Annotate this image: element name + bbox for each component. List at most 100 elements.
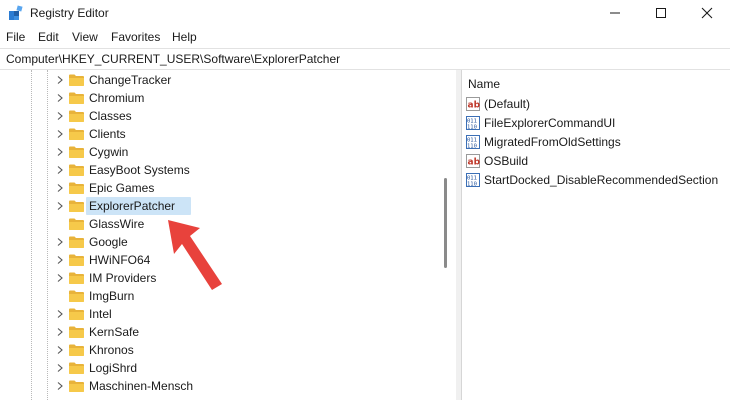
folder-icon <box>69 236 84 248</box>
tree-item-label: Intel <box>89 307 112 321</box>
folder-icon <box>69 182 84 194</box>
expand-chevron-icon[interactable] <box>55 345 65 355</box>
column-header-name[interactable]: Name <box>468 77 500 91</box>
folder-icon <box>69 362 84 374</box>
value-name: (Default) <box>484 97 531 111</box>
svg-text:ab: ab <box>468 101 481 111</box>
tree-item[interactable]: ExplorerPatcher <box>0 197 440 215</box>
title-bar: Registry Editor <box>0 0 730 26</box>
tree-item-label: ImgBurn <box>89 289 135 303</box>
tree-item[interactable]: Chromium <box>0 89 440 107</box>
tree-scrollbar-thumb[interactable] <box>444 178 447 268</box>
folder-icon <box>69 128 84 140</box>
minimize-icon <box>610 12 620 14</box>
values-pane[interactable]: Name ab (Default) 011 110 FileExplorerComman… <box>462 70 730 400</box>
svg-text:011: 011 <box>467 118 477 124</box>
tree-item-label: ChangeTracker <box>89 73 172 87</box>
svg-text:ab: ab <box>468 158 481 168</box>
tree-item-label: Epic Games <box>89 181 155 195</box>
string-value-icon: ab <box>466 154 480 168</box>
value-row[interactable]: ab OSBuild <box>466 152 726 171</box>
tree-item[interactable]: LogiShrd <box>0 359 440 377</box>
menu-view[interactable]: View <box>72 30 98 44</box>
value-row[interactable]: 011 110 StartDocked_DisableRecommendedSect… <box>466 171 726 190</box>
menu-help[interactable]: Help <box>172 30 197 44</box>
menu-edit[interactable]: Edit <box>38 30 59 44</box>
folder-icon <box>69 326 84 338</box>
folder-icon <box>69 254 84 266</box>
folder-icon <box>69 110 84 122</box>
folder-icon <box>69 344 84 356</box>
folder-icon <box>69 146 84 158</box>
value-name: FileExplorerCommandUI <box>484 116 616 130</box>
dword-value-icon: 011110 <box>466 135 480 149</box>
expand-chevron-icon[interactable] <box>55 381 65 391</box>
expand-chevron-icon[interactable] <box>55 111 65 121</box>
value-name: MigratedFromOldSettings <box>484 135 621 149</box>
expand-chevron-icon[interactable] <box>55 183 65 193</box>
value-name: OSBuild <box>484 154 529 168</box>
folder-icon <box>69 74 84 86</box>
maximize-button[interactable] <box>638 0 684 26</box>
folder-icon <box>69 200 84 212</box>
menu-bar: File Edit View Favorites Help <box>0 27 730 47</box>
tree-item-label: GlassWire <box>89 217 145 231</box>
expand-chevron-icon[interactable] <box>55 309 65 319</box>
folder-icon <box>69 308 84 320</box>
dword-value-icon: 011110 <box>466 116 480 130</box>
tree-item[interactable]: KernSafe <box>0 323 440 341</box>
tree-item[interactable]: Epic Games <box>0 179 440 197</box>
expand-chevron-icon[interactable] <box>55 255 65 265</box>
menu-file[interactable]: File <box>6 30 25 44</box>
dword-value-icon: 011110 <box>466 173 480 187</box>
tree-item[interactable]: Intel <box>0 305 440 323</box>
address-bar[interactable]: Computer\HKEY_CURRENT_USER\Software\Expl… <box>0 48 730 70</box>
folder-icon <box>69 92 84 104</box>
annotation-arrow <box>168 220 222 290</box>
string-value-icon: ab <box>466 97 480 111</box>
window-title: Registry Editor <box>30 6 109 20</box>
expand-chevron-icon[interactable] <box>55 201 65 211</box>
folder-icon <box>69 272 84 284</box>
tree-item[interactable]: Khronos <box>0 341 440 359</box>
expand-chevron-icon[interactable] <box>55 363 65 373</box>
tree-item-label: HWiNFO64 <box>89 253 151 267</box>
tree-item-label: IM Providers <box>89 271 157 285</box>
folder-icon <box>69 290 84 302</box>
expand-chevron-icon[interactable] <box>55 237 65 247</box>
svg-text:110: 110 <box>467 144 477 150</box>
tree-item-label: Classes <box>89 109 132 123</box>
close-button[interactable] <box>684 0 730 26</box>
minimize-button[interactable] <box>592 0 638 26</box>
tree-item-label: Chromium <box>89 91 145 105</box>
tree-item-label: EasyBoot Systems <box>89 163 190 177</box>
expand-chevron-icon[interactable] <box>55 129 65 139</box>
tree-item[interactable]: Clients <box>0 125 440 143</box>
tree-item[interactable]: Classes <box>0 107 440 125</box>
tree-item-label: KernSafe <box>89 325 140 339</box>
svg-text:011: 011 <box>467 175 477 181</box>
tree-item-label: Maschinen-Mensch <box>89 379 194 393</box>
menu-favorites[interactable]: Favorites <box>111 30 160 44</box>
folder-icon <box>69 380 84 392</box>
expand-chevron-icon[interactable] <box>55 147 65 157</box>
address-path[interactable]: Computer\HKEY_CURRENT_USER\Software\Expl… <box>6 52 340 66</box>
maximize-icon <box>656 8 666 18</box>
tree-item[interactable]: ChangeTracker <box>0 71 440 89</box>
value-row[interactable]: ab (Default) <box>466 95 726 114</box>
svg-text:110: 110 <box>467 182 477 188</box>
tree-item[interactable]: Maschinen-Mensch <box>0 377 440 395</box>
expand-chevron-icon[interactable] <box>55 273 65 283</box>
expand-chevron-icon[interactable] <box>55 327 65 337</box>
expand-chevron-icon[interactable] <box>55 93 65 103</box>
svg-text:110: 110 <box>467 125 477 131</box>
value-row[interactable]: 011 110 MigratedFromOldSettings <box>466 133 726 152</box>
expand-chevron-icon[interactable] <box>55 75 65 85</box>
tree-item[interactable]: Cygwin <box>0 143 440 161</box>
expand-chevron-icon[interactable] <box>55 165 65 175</box>
tree-item[interactable]: EasyBoot Systems <box>0 161 440 179</box>
folder-icon <box>69 218 84 230</box>
tree-item-label: Clients <box>89 127 126 141</box>
value-row[interactable]: 011 110 FileExplorerCommandUI <box>466 114 726 133</box>
close-icon <box>701 7 713 19</box>
